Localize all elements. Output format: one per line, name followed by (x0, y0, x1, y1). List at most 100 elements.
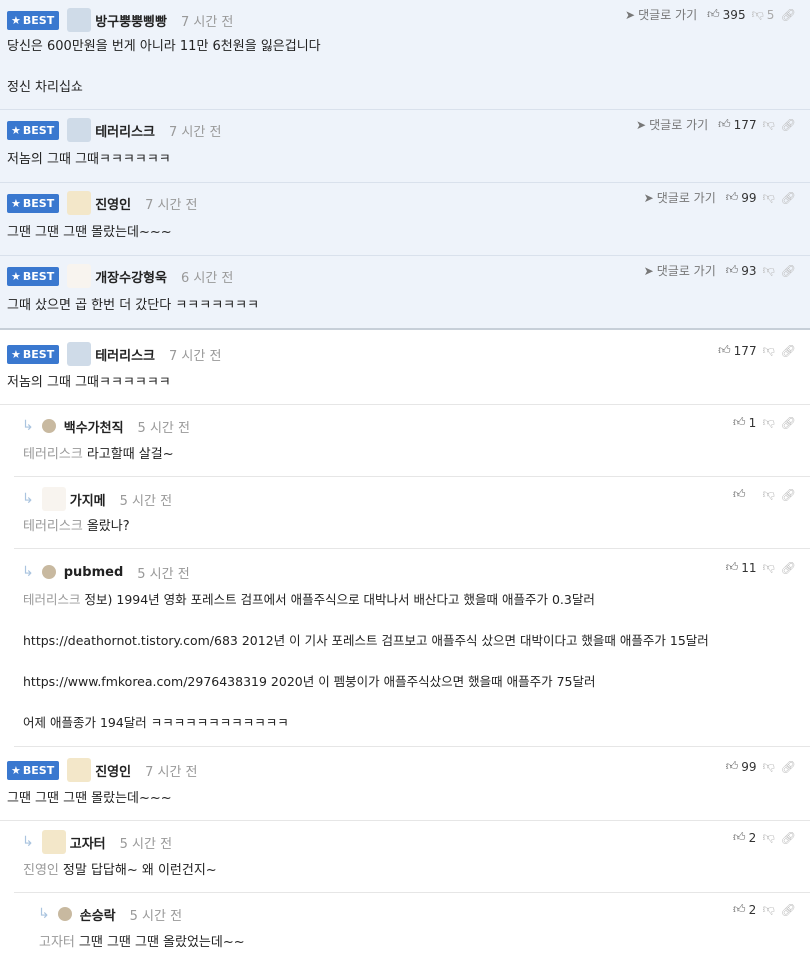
goto-comment-link[interactable]: ➤ 댓글로 가기 (625, 6, 697, 23)
thumbs-down-icon: 👎︎ (762, 902, 775, 916)
best-badge: ★ BEST (7, 10, 60, 30)
comment-body: 테러리스크 올랐나? (23, 519, 130, 534)
link-icon[interactable]: 🔗︎ (781, 118, 796, 132)
comment-author[interactable]: 고자터 (70, 833, 106, 852)
upvote-button[interactable]: 👍︎ 99 (726, 759, 757, 774)
thumbs-down-icon: 👎︎ (762, 759, 775, 773)
arrow-icon: ➤ (643, 190, 654, 205)
avatar[interactable] (41, 565, 56, 579)
link-icon[interactable]: 🔗︎ (781, 903, 796, 917)
comment-body: 저놈의 그때 그때ㅋㅋㅋㅋㅋㅋ (7, 375, 171, 390)
mention[interactable]: 테러리스크 (23, 592, 81, 607)
comment-author[interactable]: 손승락 (80, 905, 116, 924)
downvote-button[interactable]: 👎︎ (763, 263, 775, 278)
mention[interactable]: 테러리스크 (23, 447, 83, 462)
downvote-button[interactable]: 👎︎ 5 (752, 7, 775, 22)
link-icon[interactable]: 🔗︎ (781, 488, 796, 502)
thumbs-up-icon: 👍︎ (725, 759, 739, 773)
comment-body: 그땐 그땐 그땐 몰랐는데~~~ (7, 791, 172, 806)
comment-time: 7 시간 전 (169, 124, 222, 140)
downvote-button[interactable]: 👎︎ (763, 560, 775, 575)
link-icon[interactable]: 🔗︎ (781, 760, 796, 774)
comment-author[interactable]: 테러리스크 (95, 345, 155, 364)
avatar[interactable] (41, 487, 66, 511)
comment-author[interactable]: pubmed (64, 565, 124, 580)
link-icon[interactable]: 🔗︎ (781, 8, 796, 22)
thumbs-up-icon: 👍︎ (707, 7, 720, 21)
upvote-button[interactable]: 👍︎ 395 (707, 7, 745, 22)
best-badge: ★ BEST (7, 266, 60, 286)
comment-author[interactable]: 개장수강형욱 (95, 267, 167, 286)
thumbs-up-icon: 👍︎ (718, 343, 731, 357)
upvote-button[interactable]: 👍︎ 177 (718, 117, 756, 132)
goto-comment-link[interactable]: ➤ 댓글로 가기 (636, 116, 708, 133)
avatar[interactable] (67, 118, 92, 142)
star-icon: ★ (11, 196, 21, 210)
thumbs-up-icon: 👍︎ (725, 263, 739, 277)
upvote-button[interactable]: 👍︎ (733, 487, 757, 502)
star-icon: ★ (11, 13, 21, 27)
downvote-button[interactable]: 👎︎ (763, 487, 775, 502)
best-comment: ★ BEST 테러리스크 7 시간 전 ➤ 댓글로 가기 👍︎ 177 👎︎ 🔗︎ 저… (0, 110, 810, 183)
link-icon[interactable]: 🔗︎ (781, 191, 796, 205)
comment-author[interactable]: 백수가천직 (64, 417, 124, 436)
comment-author[interactable]: 진영인 (95, 194, 131, 213)
comment-time: 5 시간 전 (137, 420, 190, 436)
arrow-icon: ➤ (643, 263, 654, 278)
thumbs-down-icon: 👎︎ (762, 343, 775, 357)
comment-time: 5 시간 전 (119, 836, 173, 852)
upvote-button[interactable]: 👍︎ 11 (726, 560, 757, 575)
mention[interactable]: 고자터 (39, 935, 75, 950)
comment-body: 진영인 정말 답답해~ 왜 이런건지~ (23, 863, 217, 878)
upvote-button[interactable]: 👍︎ 93 (726, 263, 757, 278)
comment-time: 5 시간 전 (119, 493, 173, 509)
thumbs-down-icon: 👎︎ (762, 560, 775, 574)
comment-body: 그때 샀으면 곱 한번 더 갔단다 ㅋㅋㅋㅋㅋㅋㅋ (7, 298, 260, 313)
avatar[interactable] (57, 907, 72, 921)
reply: ↳ 고자터 5 시간 전 👍︎ 2 👎︎ 🔗︎ 진영인 정말 답답해~ 왜 이런건지… (14, 821, 810, 893)
comment-author[interactable]: 진영인 (95, 761, 131, 780)
avatar[interactable] (67, 342, 92, 366)
link-icon[interactable]: 🔗︎ (781, 264, 796, 278)
comment-time: 5 시간 전 (129, 908, 183, 924)
downvote-button[interactable]: 👎︎ (763, 902, 775, 917)
comment-body: 테러리스크 라고할때 살걸~ (23, 447, 174, 462)
comment-time: 7 시간 전 (145, 764, 198, 780)
comment-author[interactable]: 가지메 (70, 490, 106, 509)
downvote-button[interactable]: 👎︎ (763, 117, 775, 132)
upvote-button[interactable]: 👍︎ 1 (733, 415, 757, 430)
comment-author[interactable]: 방구뿡뿡삥빵 (95, 11, 167, 30)
avatar[interactable] (67, 191, 92, 215)
downvote-button[interactable]: 👎︎ (763, 830, 775, 845)
mention[interactable]: 진영인 (23, 863, 59, 878)
thumbs-up-icon: 👍︎ (725, 190, 739, 204)
upvote-button[interactable]: 👍︎ 2 (733, 902, 757, 917)
avatar[interactable] (67, 264, 92, 288)
thumbs-up-icon: 👍︎ (733, 902, 746, 916)
goto-comment-link[interactable]: ➤ 댓글로 가기 (644, 189, 716, 206)
thumbs-up-icon: 👍︎ (733, 415, 746, 429)
avatar[interactable] (67, 8, 92, 32)
avatar[interactable] (41, 419, 56, 433)
upvote-button[interactable]: 👍︎ 99 (726, 190, 757, 205)
comment-body: 당신은 600만원을 번게 아니라 11만 6천원을 잃은겁니다 정신 차리십쇼 (7, 39, 321, 95)
link-icon[interactable]: 🔗︎ (781, 561, 796, 575)
star-icon: ★ (11, 123, 21, 137)
downvote-button[interactable]: 👎︎ (763, 343, 775, 358)
downvote-button[interactable]: 👎︎ (763, 190, 775, 205)
upvote-button[interactable]: 👍︎ 177 (718, 343, 756, 358)
upvote-button[interactable]: 👍︎ 2 (733, 830, 757, 845)
comment-author[interactable]: 테러리스크 (95, 121, 155, 140)
mention[interactable]: 테러리스크 (23, 519, 83, 534)
downvote-button[interactable]: 👎︎ (763, 759, 775, 774)
link-icon[interactable]: 🔗︎ (781, 831, 796, 845)
best-badge: ★ BEST (7, 193, 60, 213)
avatar[interactable] (67, 758, 92, 782)
goto-comment-link[interactable]: ➤ 댓글로 가기 (644, 262, 716, 279)
downvote-button[interactable]: 👎︎ (763, 415, 775, 430)
thumbs-up-icon: 👍︎ (725, 560, 739, 574)
link-icon[interactable]: 🔗︎ (781, 416, 796, 430)
avatar[interactable] (41, 830, 66, 854)
reply-arrow-icon: ↳ (22, 491, 34, 507)
link-icon[interactable]: 🔗︎ (781, 344, 796, 358)
